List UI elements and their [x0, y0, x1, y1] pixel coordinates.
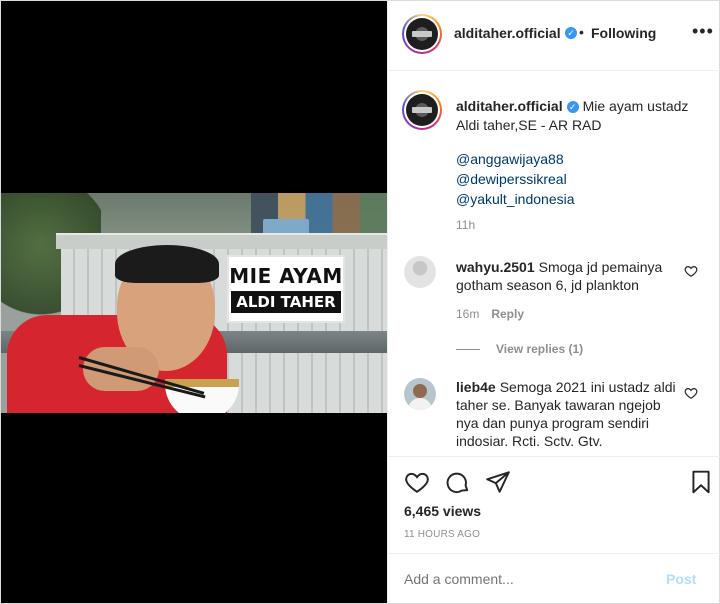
post-button[interactable]: Post [666, 571, 696, 587]
comment-timestamp[interactable]: 16m [456, 307, 479, 321]
reply-button[interactable]: Reply [491, 307, 524, 321]
like-comment-heart-icon[interactable] [684, 264, 698, 278]
post-timestamp[interactable]: 11 HOURS AGO [404, 529, 480, 540]
caption-username[interactable]: alditaher.official [456, 98, 563, 114]
sign-line-1: MIE AYAM [229, 264, 343, 288]
comment-meta: 16m Reply [456, 307, 524, 321]
mention-link[interactable]: @yakult_indonesia [456, 189, 575, 209]
bookmark-icon[interactable] [688, 469, 714, 495]
comment-username[interactable]: lieb4e [456, 379, 496, 395]
photo-person [7, 245, 239, 413]
comment: lieb4e Semoga 2021 ini ustadz aldi taher … [456, 378, 678, 450]
header-username[interactable]: alditaher.official [454, 25, 561, 41]
add-comment-input[interactable] [404, 571, 644, 587]
comment: wahyu.2501 Smoga jd pemainya gotham seaso… [456, 258, 678, 294]
sign-line-2: ALDI TAHER [231, 291, 341, 313]
following-button[interactable]: Following [591, 25, 656, 41]
view-replies-button[interactable]: View replies (1) [456, 342, 583, 356]
paper-plane-icon[interactable] [485, 469, 511, 495]
caption-mentions: @anggawijaya88 @dewiperssikreal @yakult_… [456, 149, 575, 209]
replies-divider [456, 348, 480, 350]
verified-badge-icon: ✓ [566, 101, 579, 113]
view-count[interactable]: 6,465 views [404, 503, 481, 519]
view-replies-label[interactable]: View replies (1) [496, 342, 583, 356]
follow-separator: • [579, 24, 584, 40]
photo-counter [56, 233, 387, 249]
comment-username[interactable]: wahyu.2501 [456, 259, 535, 275]
comments-list[interactable]: alditaher.official ✓ Mie ayam ustadz Aldi … [388, 72, 720, 456]
mention-link[interactable]: @dewiperssikreal [456, 169, 575, 189]
verified-badge-icon: ✓ [565, 27, 577, 39]
more-options-icon[interactable]: ••• [692, 21, 714, 42]
post-media[interactable]: MIE AYAM ALDI TAHER [1, 1, 387, 603]
caption-timestamp[interactable]: 11h [456, 218, 475, 232]
post-side-panel: alditaher.official ✓ • Following ••• ald… [387, 1, 720, 603]
heart-icon[interactable] [404, 469, 430, 495]
comment-composer: Post [388, 553, 720, 603]
comment-bubble-icon[interactable] [445, 469, 471, 495]
caption: alditaher.official ✓ Mie ayam ustadz Aldi … [456, 97, 706, 135]
post-photo[interactable]: MIE AYAM ALDI TAHER [1, 193, 387, 413]
person-hair [115, 245, 219, 283]
post-header: alditaher.official ✓ • Following ••• [388, 1, 720, 71]
commenter-avatar[interactable] [404, 378, 436, 410]
mention-link[interactable]: @anggawijaya88 [456, 149, 575, 169]
profile-avatar[interactable] [402, 14, 442, 54]
mie-ayam-sign: MIE AYAM ALDI TAHER [227, 255, 345, 323]
like-comment-heart-icon[interactable] [684, 386, 698, 400]
caption-avatar[interactable] [402, 90, 442, 130]
commenter-avatar[interactable] [404, 256, 436, 288]
